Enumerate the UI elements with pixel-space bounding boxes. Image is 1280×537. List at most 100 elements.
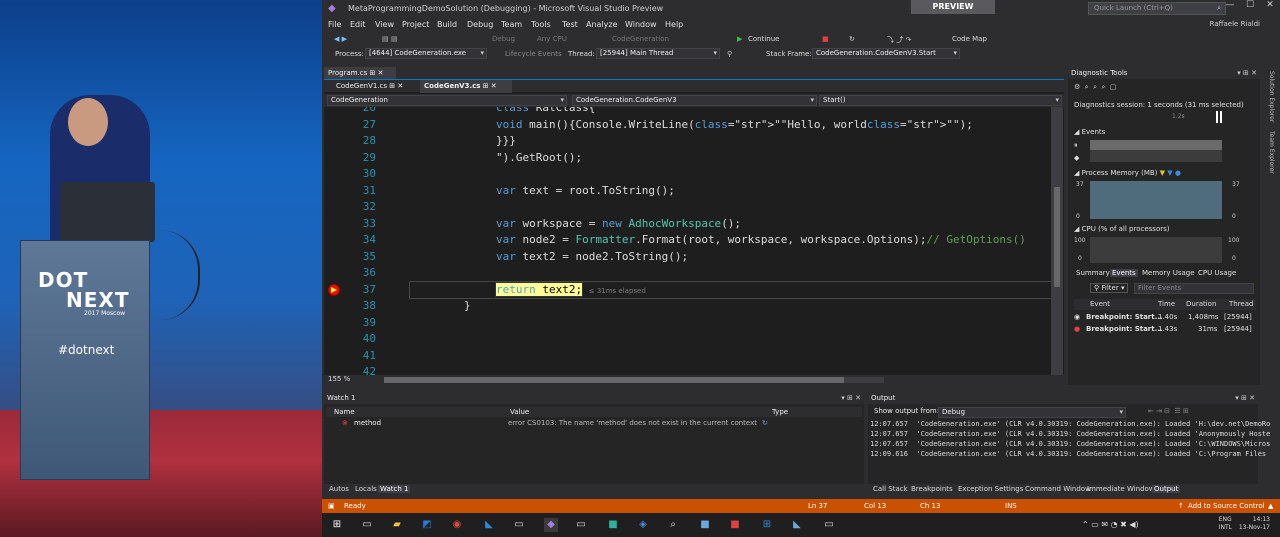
notification-icon[interactable]: ▲ <box>1268 502 1273 510</box>
scroll-thumb[interactable] <box>1054 187 1060 287</box>
tab-autos[interactable]: Autos <box>327 485 351 493</box>
filter-button[interactable]: ⚲ Filter ▾ <box>1090 283 1129 293</box>
clock[interactable]: 14:13 13-Nov-17 <box>1239 516 1270 532</box>
col-type[interactable]: Type <box>772 408 788 416</box>
code-line[interactable]: 27 void main(){Console.WriteLine(class="s… <box>324 117 1054 134</box>
tab-breakpoints[interactable]: Breakpoints <box>909 485 955 493</box>
panel-close-icon[interactable]: ▾ ⊞ ✕ <box>841 392 861 404</box>
tab-cpu-usage[interactable]: CPU Usage <box>1196 269 1238 277</box>
filter-icon[interactable]: ⚲ <box>727 50 732 58</box>
file-explorer-icon[interactable]: ▰ <box>390 518 404 532</box>
thread-combo[interactable]: [25944] Main Thread <box>596 48 720 59</box>
chrome-icon[interactable]: ◉ <box>450 518 464 532</box>
close-tab-icon[interactable]: ✕ <box>491 82 497 90</box>
code-map-button[interactable]: Code Map <box>952 35 987 43</box>
refresh-icon[interactable]: ↻ <box>762 419 768 427</box>
code-line[interactable]: 36 <box>324 265 1054 282</box>
menu-debug[interactable]: Debug <box>467 20 493 29</box>
panel-close-icon[interactable]: ▾ ⊞ ✕ <box>1235 392 1255 404</box>
process-combo[interactable]: [4644] CodeGeneration.exe <box>365 48 487 59</box>
pin-icon[interactable]: ⊞ <box>483 82 489 90</box>
tab-codegenv3-cs[interactable]: CodeGenV3.cs ⊞ ✕ <box>420 80 512 93</box>
menu-tools[interactable]: Tools <box>531 20 551 29</box>
menu-file[interactable]: File <box>328 20 341 29</box>
col-duration[interactable]: Duration <box>1186 300 1216 308</box>
terminal-icon[interactable]: ▭ <box>512 518 526 532</box>
outlook-icon[interactable]: ◩ <box>420 518 434 532</box>
search-icon[interactable]: ⌕ <box>666 518 680 532</box>
menu-analyze[interactable]: Analyze <box>586 20 618 29</box>
editor-horizontal-scrollbar[interactable] <box>384 377 884 383</box>
memory-section-label[interactable]: ◢ Process Memory (MB) ▼ ▼ ● <box>1074 169 1181 177</box>
back-forward-icon[interactable]: ◀ ▶ <box>334 35 347 43</box>
output-toolbar-icons[interactable]: ⇤ ⇥ ⊟ ☰ ⊞ <box>1148 407 1189 415</box>
cmd-icon[interactable]: ▭ <box>574 518 588 532</box>
tab-events[interactable]: Events <box>1110 269 1138 277</box>
tab-memory-usage[interactable]: Memory Usage <box>1140 269 1197 277</box>
events-section-label[interactable]: ◢ Events <box>1074 128 1105 136</box>
code-line[interactable]: 35 var text2 = node2.ToString(); <box>324 249 1054 266</box>
input-language[interactable]: ENG INTL <box>1219 516 1232 532</box>
close-tab-icon[interactable]: ✕ <box>378 69 384 77</box>
menu-project[interactable]: Project <box>402 20 429 29</box>
signed-in-user[interactable]: Raffaele Rialdi <box>1210 20 1260 28</box>
team-explorer-tab[interactable]: Team Explorer <box>1268 131 1275 174</box>
panel-close-icon[interactable]: ▾ ⊞ ✕ <box>1237 67 1257 79</box>
app-icon[interactable]: ◈ <box>636 518 650 532</box>
menu-help[interactable]: Help <box>665 20 683 29</box>
member-nav-combo[interactable]: Start() <box>819 95 1062 106</box>
filter-events-input[interactable]: Filter Events <box>1134 283 1254 294</box>
tab-immediate-window[interactable]: Immediate Window <box>1085 485 1157 493</box>
tray-icons[interactable]: ⌃ ▭ ✉ ◔ ✖ ◀) <box>1082 520 1139 529</box>
project-nav-combo[interactable]: CodeGeneration <box>327 95 567 106</box>
scroll-thumb[interactable] <box>384 377 844 383</box>
col-time[interactable]: Time <box>1158 300 1175 308</box>
cpu-section-label[interactable]: ◢ CPU (% of all processors) <box>1074 225 1170 233</box>
tab-output[interactable]: Output <box>1152 485 1181 493</box>
tab-watch-1[interactable]: Watch 1 <box>378 485 411 493</box>
menu-view[interactable]: View <box>375 20 394 29</box>
store-icon[interactable]: ⊞ <box>760 518 774 532</box>
code-line[interactable]: 37 return text2; ≤ 31ms elapsed <box>324 281 1054 299</box>
col-value[interactable]: Value <box>510 408 529 416</box>
code-line[interactable]: 38} <box>324 298 1054 315</box>
code-line[interactable]: 39 <box>324 315 1054 332</box>
tab-command-window[interactable]: Command Window <box>1023 485 1093 493</box>
watch-name[interactable]: method <box>354 419 381 427</box>
code-line[interactable]: 33 var workspace = new AdhocWorkspace(); <box>324 216 1054 233</box>
editor-vertical-scrollbar[interactable] <box>1051 107 1063 375</box>
quick-launch-input[interactable]: Quick Launch (Ctrl+Q) ⌕ <box>1088 2 1226 15</box>
tab-locals[interactable]: Locals <box>353 485 379 493</box>
close-button[interactable]: ✕ <box>1260 0 1280 10</box>
stop-icon[interactable]: ■ <box>822 35 829 43</box>
step-icons[interactable]: ⤵ ⤴ ↷ <box>887 35 911 45</box>
tab-program-cs[interactable]: Program.cs ⊞ ✕ <box>324 67 396 79</box>
menu-test[interactable]: Test <box>562 20 578 29</box>
code-line[interactable]: 29 ").GetRoot(); <box>324 150 1054 167</box>
tab-summary[interactable]: Summary <box>1074 269 1112 277</box>
table-row[interactable]: ● Breakpoint: Start... 1.43s 31ms [25944… <box>1074 324 1256 336</box>
add-source-control-button[interactable]: Add to Source Control <box>1188 502 1265 510</box>
watch-row[interactable]: ⊗ method error CS0103: The name 'method'… <box>326 418 862 429</box>
restart-icon[interactable]: ↻ <box>849 35 855 43</box>
pin-icon[interactable]: ⊞ <box>389 82 395 90</box>
tab-codegenv1-cs[interactable]: CodeGenV1.cs ⊞ ✕ <box>332 80 416 93</box>
col-name[interactable]: Name <box>334 408 355 416</box>
app-icon[interactable]: ▭ <box>822 518 836 532</box>
solution-explorer-tab[interactable]: Solution Explorer <box>1268 71 1275 122</box>
save-icon[interactable]: ▤ ▤ <box>382 35 397 43</box>
menu-build[interactable]: Build <box>437 20 457 29</box>
code-line[interactable]: 31 var text = root.ToString(); <box>324 183 1054 200</box>
minimize-button[interactable]: — <box>1220 0 1240 10</box>
col-thread[interactable]: Thread <box>1229 300 1253 308</box>
menu-window[interactable]: Window <box>625 20 657 29</box>
col-event[interactable]: Event <box>1090 300 1110 308</box>
tab-exception-settings[interactable]: Exception Settings <box>956 485 1025 493</box>
code-line[interactable]: 41 <box>324 348 1054 365</box>
continue-icon[interactable]: ▶ <box>737 35 742 43</box>
visual-studio-taskbar-icon[interactable]: ◆ <box>544 518 558 532</box>
code-line[interactable]: 28}}} <box>324 133 1054 150</box>
app-icon[interactable]: ■ <box>698 518 712 532</box>
vscode-icon[interactable]: ◣ <box>482 518 496 532</box>
output-source-combo[interactable]: Debug <box>938 407 1126 418</box>
